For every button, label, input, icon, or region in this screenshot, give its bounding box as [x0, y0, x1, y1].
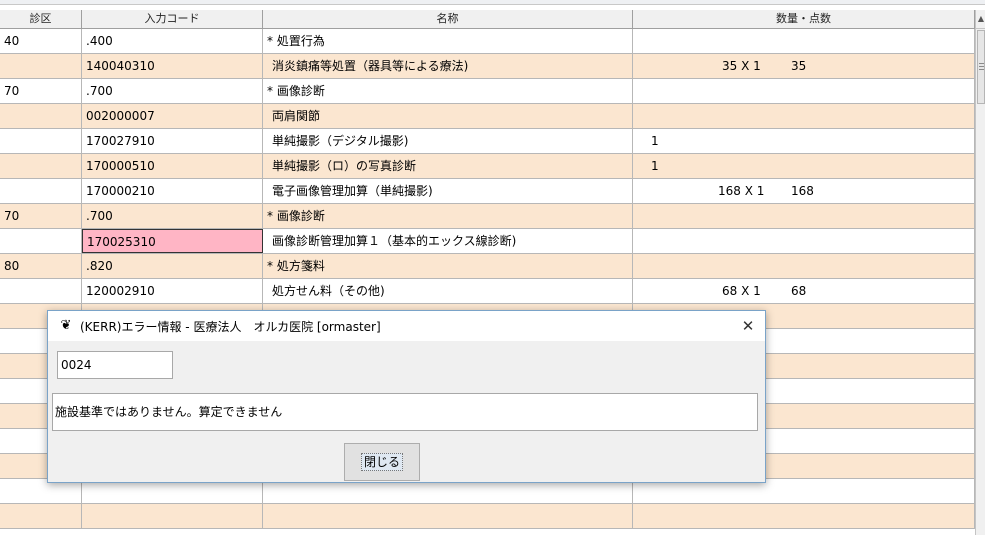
cell-name[interactable]: 処方せん料（その他) — [263, 279, 633, 303]
cell-kubun[interactable]: 70 — [0, 204, 82, 228]
dialog-titlebar[interactable]: ❦ (KERR)エラー情報 - 医療法人 オルカ医院 [ormaster] ✕ — [48, 311, 765, 341]
error-message-field[interactable]: 施設基準ではありません。算定できません — [52, 393, 758, 431]
points-value: 35 — [791, 59, 807, 73]
top-toolbar-edge — [0, 0, 985, 5]
cell-kubun[interactable] — [0, 129, 82, 153]
cell-name[interactable]: 両肩関節 — [263, 104, 633, 128]
cell-code[interactable]: 170000210 — [82, 179, 263, 203]
header-kubun[interactable]: 診区 — [0, 10, 82, 28]
cell-quantity[interactable] — [633, 254, 975, 278]
cell-name[interactable]: * 処方箋料 — [263, 254, 633, 278]
cell-kubun[interactable]: 40 — [0, 29, 82, 53]
cell-kubun[interactable]: 80 — [0, 254, 82, 278]
table-row[interactable]: 140040310 消炎鎮痛等処置（器具等による療法) 35 X 1 35 — [0, 54, 975, 79]
points-value: 168 — [791, 184, 814, 198]
orca-icon: ❦ — [60, 318, 72, 333]
quantity-value: 35 X 1 — [722, 59, 761, 73]
quantity-value: 1 — [651, 134, 659, 148]
cell-name[interactable]: * 画像診断 — [263, 204, 633, 228]
cell-kubun[interactable]: 70 — [0, 79, 82, 103]
table-row[interactable]: 40.400 * 処置行為 — [0, 29, 975, 54]
cell-code[interactable]: .700 — [82, 79, 263, 103]
cell-code[interactable]: 120002910 — [82, 279, 263, 303]
close-button-label: 閉じる — [360, 453, 403, 471]
header-code[interactable]: 入力コード — [82, 10, 263, 28]
cell-code[interactable]: 002000007 — [82, 104, 263, 128]
cell-code[interactable]: .700 — [82, 204, 263, 228]
cell-name[interactable]: 単純撮影（デジタル撮影) — [263, 129, 633, 153]
cell-quantity[interactable]: 35 X 1 35 — [633, 54, 975, 78]
cell-kubun[interactable] — [0, 279, 82, 303]
table-row[interactable]: 70.700 * 画像診断 — [0, 79, 975, 104]
cell-code[interactable]: 140040310 — [82, 54, 263, 78]
cell-name[interactable]: 消炎鎮痛等処置（器具等による療法) — [263, 54, 633, 78]
table-row[interactable]: 170000210 電子画像管理加算（単純撮影) 168 X 1 168 — [0, 179, 975, 204]
cell-name[interactable]: 電子画像管理加算（単純撮影) — [263, 179, 633, 203]
cell-kubun[interactable] — [0, 179, 82, 203]
cell-kubun[interactable] — [0, 154, 82, 178]
cell-name[interactable]: * 画像診断 — [263, 79, 633, 103]
cell-code[interactable] — [82, 504, 263, 528]
table-header: 診区 入力コード 名称 数量・点数 — [0, 10, 975, 29]
cell-quantity[interactable] — [633, 29, 975, 53]
header-quantity[interactable]: 数量・点数 — [633, 10, 975, 28]
cell-code[interactable]: .400 — [82, 29, 263, 53]
error-code-field[interactable]: 0024 — [57, 351, 173, 379]
cell-name[interactable]: 単純撮影（ロ）の写真診断 — [263, 154, 633, 178]
quantity-value: 168 X 1 — [718, 184, 765, 198]
quantity-value: 1 — [651, 159, 659, 173]
cell-quantity[interactable]: 1 — [633, 129, 975, 153]
table-row[interactable]: 170025310 画像診断管理加算１（基本的エックス線診断) — [0, 229, 975, 254]
cell-code[interactable]: 170025310 — [82, 229, 263, 253]
cell-kubun[interactable] — [0, 54, 82, 78]
cell-code[interactable]: 170000510 — [82, 154, 263, 178]
cell-quantity[interactable] — [633, 104, 975, 128]
points-value: 68 — [791, 284, 807, 298]
table-row[interactable] — [0, 504, 975, 529]
table-row[interactable]: 170027910 単純撮影（デジタル撮影) 1 — [0, 129, 975, 154]
cell-code[interactable]: 170027910 — [82, 129, 263, 153]
table-row[interactable]: 70.700 * 画像診断 — [0, 204, 975, 229]
close-icon[interactable]: ✕ — [737, 315, 759, 337]
cell-name[interactable]: 画像診断管理加算１（基本的エックス線診断) — [263, 229, 633, 253]
error-dialog: ❦ (KERR)エラー情報 - 医療法人 オルカ医院 [ormaster] ✕ … — [47, 310, 766, 483]
cell-name[interactable] — [263, 504, 633, 528]
cell-quantity[interactable]: 1 — [633, 154, 975, 178]
cell-quantity[interactable]: 168 X 1 168 — [633, 179, 975, 203]
vertical-scrollbar[interactable]: ▲ — [975, 10, 985, 535]
cell-name[interactable]: * 処置行為 — [263, 29, 633, 53]
table-row[interactable]: 002000007 両肩関節 — [0, 104, 975, 129]
scrollbar-thumb[interactable] — [977, 30, 985, 104]
dialog-title: (KERR)エラー情報 - 医療法人 オルカ医院 [ormaster] — [80, 319, 381, 334]
close-button[interactable]: 閉じる — [344, 443, 420, 481]
cell-quantity[interactable] — [633, 204, 975, 228]
table-row[interactable]: 80.820 * 処方箋料 — [0, 254, 975, 279]
scroll-up-icon[interactable]: ▲ — [976, 10, 985, 29]
cell-code[interactable]: .820 — [82, 254, 263, 278]
cell-kubun[interactable] — [0, 229, 82, 253]
cell-kubun[interactable] — [0, 104, 82, 128]
table-row[interactable]: 120002910 処方せん料（その他) 68 X 1 68 — [0, 279, 975, 304]
cell-quantity[interactable] — [633, 229, 975, 253]
cell-quantity[interactable] — [633, 504, 975, 528]
table-row[interactable]: 170000510 単純撮影（ロ）の写真診断 1 — [0, 154, 975, 179]
cell-quantity[interactable]: 68 X 1 68 — [633, 279, 975, 303]
quantity-value: 68 X 1 — [722, 284, 761, 298]
header-name[interactable]: 名称 — [263, 10, 633, 28]
cell-kubun[interactable] — [0, 504, 82, 528]
cell-quantity[interactable] — [633, 79, 975, 103]
